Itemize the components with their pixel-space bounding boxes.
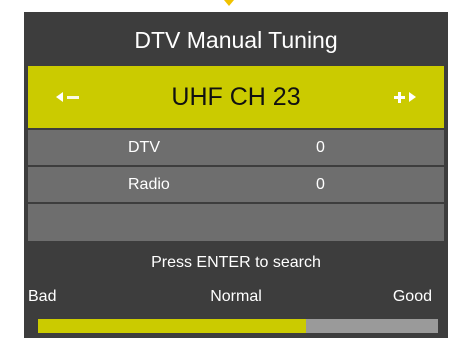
signal-strength-fill bbox=[38, 319, 306, 333]
row-radio-label: Radio bbox=[128, 176, 170, 193]
channel-selector[interactable]: UHF CH 23 bbox=[28, 66, 444, 128]
signal-strength-bar bbox=[38, 319, 438, 333]
row-dtv-value: 0 bbox=[316, 139, 325, 156]
menu-title: DTV Manual Tuning bbox=[134, 27, 338, 53]
signal-scale-labels: Bad Normal Good bbox=[24, 288, 448, 308]
row-radio-value: 0 bbox=[316, 176, 325, 193]
channel-increase-control[interactable] bbox=[394, 90, 416, 104]
arrow-right-icon bbox=[409, 92, 416, 102]
channel-label: UHF CH 23 bbox=[171, 83, 301, 111]
row-empty bbox=[28, 204, 444, 241]
row-dtv-label: DTV bbox=[128, 139, 160, 156]
row-dtv: DTV 0 bbox=[28, 130, 444, 165]
signal-label-good: Good bbox=[392, 288, 432, 305]
plus-icon bbox=[394, 91, 405, 103]
search-hint: Press ENTER to search bbox=[151, 254, 321, 271]
top-indicator-icon bbox=[224, 0, 234, 6]
row-radio: Radio 0 bbox=[28, 167, 444, 202]
manual-tuning-panel: DTV Manual Tuning UHF CH 23 DTV 0 Radio … bbox=[24, 12, 448, 338]
signal-label-normal: Normal bbox=[210, 288, 262, 305]
